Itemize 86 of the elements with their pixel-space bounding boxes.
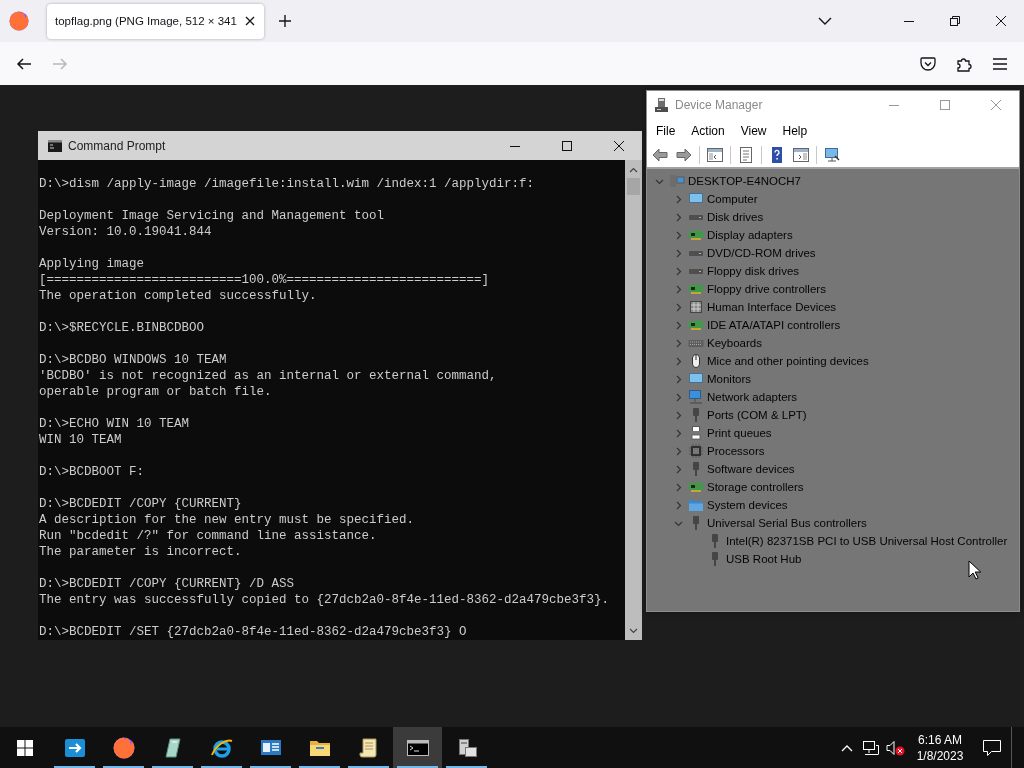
console-line: WIN 10 TEAM [39,432,122,448]
tree-item[interactable]: Universal Serial Bus controllers [707,517,867,529]
console-icon [48,139,62,152]
console-line: D:\>BCDBO WINDOWS 10 TEAM [39,352,227,368]
speaker-icon[interactable] [885,739,905,756]
menu-item[interactable]: File [648,121,684,141]
scrollbar-thumb[interactable] [627,178,640,195]
taskbar-button[interactable] [393,727,442,768]
clock[interactable]: 6:16 AM 1/8/2023 [907,727,973,768]
arrow-cursor-icon [968,560,981,580]
console-line: D:\>dism /apply-image /imagefile:install.wim /index:1 /applydir:f: [39,176,535,192]
menu-item[interactable]: Action [683,121,733,141]
window-title: Device Manager [675,98,763,112]
tree-item[interactable]: Monitors [707,373,752,385]
browser-logo-icon[interactable] [9,11,29,31]
help-icon[interactable] [769,147,785,163]
tree-item[interactable]: Disk drives [707,211,764,223]
tree-item[interactable]: Human Interface Devices [707,301,837,313]
tree-item[interactable]: IDE ATA/ATAPI controllers [707,319,841,331]
tree-item[interactable]: System devices [707,499,788,511]
maximize-icon[interactable] [562,140,572,151]
menu-item[interactable]: View [732,121,775,141]
console-line: [==========================100.0%==========================] [39,272,490,288]
console-line: operable program or batch file. [39,384,272,400]
console-line: Applying image [39,256,145,272]
tree-item[interactable]: Mice and other pointing devices [707,355,869,367]
plus-icon[interactable] [277,14,292,28]
browser-tab[interactable]: topflag.png (PNG Image, 512 × 341 [47,3,264,39]
computer-icon [669,173,685,189]
tree-item[interactable]: USB Root Hub [726,553,802,565]
console-line: Deployment Image Servicing and Management tool [39,208,385,224]
computer-tower-icon [654,97,670,113]
pane-layout-icon[interactable] [707,147,723,163]
printer-icon [688,425,704,441]
close-icon[interactable] [614,140,624,151]
console-line: D:\>BCDBOOT F: [39,464,145,480]
chip-icon [688,443,704,459]
tree-item[interactable]: Intel(R) 82371SB PCI to USB Universal Host Controller [726,535,1008,547]
console-line: Version: 10.0.19041.844 [39,224,212,240]
keypad-icon [688,299,704,315]
console-line: The operation completed successfully. [39,288,317,304]
tree-item[interactable]: Display adapters [707,229,793,241]
tree-item[interactable]: Storage controllers [707,481,804,493]
console-line: D:\>BCDEDIT /COPY {CURRENT} [39,496,242,512]
folder-icon [688,497,704,513]
tree-item[interactable]: DESKTOP-E4NOCH7 [688,175,801,187]
tree-item[interactable]: Software devices [707,463,795,475]
tree-item[interactable]: Ports (COM & LPT) [707,409,807,421]
console-line: D:\>$RECYCLE.BINBCDBOO [39,320,205,336]
properties-sheet-icon[interactable] [738,147,754,163]
restore-icon[interactable] [950,16,960,26]
speech-bubble-icon[interactable] [982,738,1002,757]
chevron-down-icon[interactable] [818,17,832,25]
console-line: D:\>BCDEDIT /COPY {CURRENT} /D ASS [39,576,295,592]
console-line: D:\>ECHO WIN 10 TEAM [39,416,190,432]
tree-item[interactable]: Computer [707,193,758,205]
console-line: 'BCDBO' is not recognized as an internal or external command, [39,368,497,384]
network-monitor-icon [688,389,704,405]
scrollbar[interactable] [625,160,642,640]
menu-item[interactable]: Help [774,121,816,141]
console-line: The parameter is incorrect. [39,544,242,560]
tree-item[interactable]: Processors [707,445,765,457]
shield-icon[interactable] [920,55,936,72]
console-line: Run "bcdedit /?" for command line assistance. [39,528,377,544]
tree-item[interactable]: Keyboards [707,337,762,349]
monitor-icon[interactable] [824,147,840,163]
console-line: A description for the new entry must be specified. [39,512,415,528]
close-icon[interactable] [996,16,1006,26]
browser-logo-icon [111,735,136,760]
tree-item[interactable]: Floppy disk drives [707,265,800,277]
pane-layout-icon[interactable] [793,147,809,163]
menu-icon[interactable] [992,56,1008,71]
tree-item[interactable]: Print queues [707,427,772,439]
network-monitor-icon[interactable] [862,739,880,756]
console-line: The entry was successfully copied to {27dcb2a0-8f4e-11ed-8362-d2a479cbe3f3}. [39,592,610,608]
console-line: D:\>BCDEDIT /SET {27dcb2a0-8f4e-11ed-8362-d2a479cbe3f3} O [39,624,467,640]
tree-item[interactable]: Network adapters [707,391,798,403]
windows-logo-icon[interactable] [17,739,33,756]
forward-arrow-icon[interactable] [676,147,692,163]
tree-item[interactable]: DVD/CD-ROM drives [707,247,816,259]
puzzle-icon[interactable] [956,55,972,72]
caret-down-icon[interactable] [629,628,638,634]
back-arrow-icon[interactable] [16,55,32,72]
close-icon[interactable] [244,16,255,26]
window-title: Command Prompt [68,138,166,153]
tree-item[interactable]: Floppy drive controllers [707,283,826,295]
